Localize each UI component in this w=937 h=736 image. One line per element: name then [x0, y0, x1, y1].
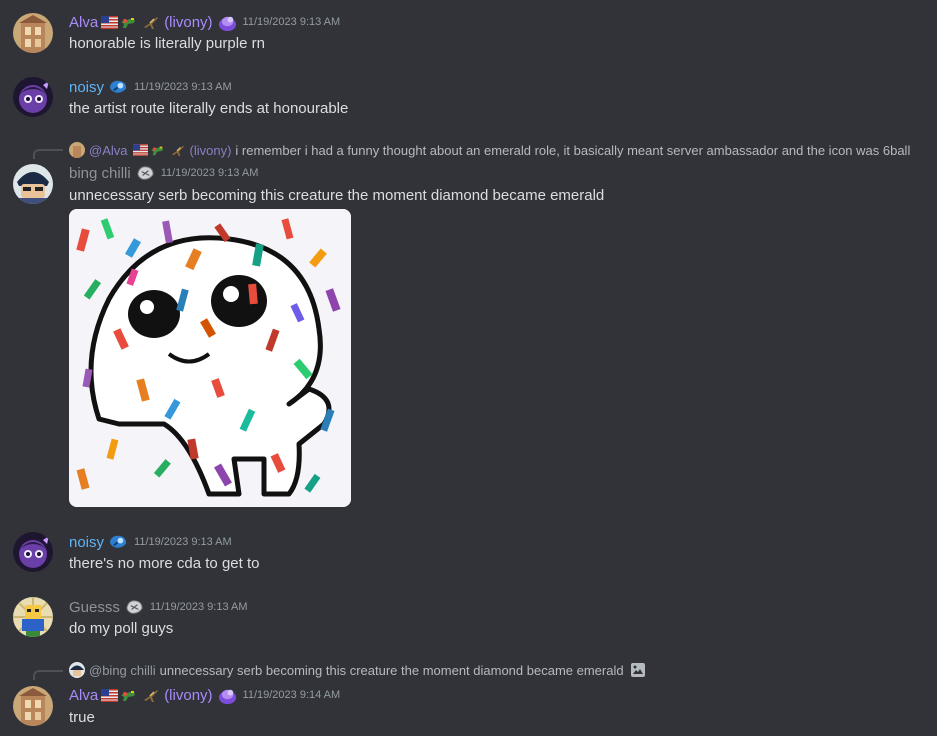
reply-connector	[33, 149, 63, 159]
purple-badge-icon	[217, 686, 238, 705]
avatar[interactable]	[13, 77, 53, 117]
reply-avatar	[69, 142, 85, 158]
gun-icon	[120, 688, 137, 703]
timestamp: 11/19/2023 9:14 AM	[242, 689, 341, 701]
gif-attachment[interactable]	[69, 209, 351, 507]
message-text: true	[69, 709, 95, 726]
reply-text: unnecessary serb becoming this creature …	[159, 662, 624, 678]
username[interactable]: Alva	[69, 14, 98, 31]
grey-badge-icon	[135, 164, 156, 183]
username[interactable]: noisy	[69, 534, 104, 551]
reply-username[interactable]: @bing chilli	[89, 663, 156, 678]
username[interactable]: noisy	[69, 79, 104, 96]
gun-icon	[150, 144, 165, 157]
username-suffix[interactable]: (livony)	[164, 687, 212, 704]
gun-icon	[120, 15, 137, 30]
purple-badge-icon	[217, 13, 238, 32]
message-text: there's no more cda to get to	[69, 555, 260, 572]
grey-badge-icon	[124, 598, 145, 617]
timestamp: 11/19/2023 9:13 AM	[134, 536, 232, 548]
us-flag-icon	[133, 144, 148, 156]
reply-text: i remember i had a funny thought about a…	[235, 142, 911, 158]
jet-icon	[170, 144, 185, 157]
username-suffix[interactable]: (livony)	[164, 14, 212, 31]
avatar[interactable]	[13, 686, 53, 726]
image-icon	[630, 663, 645, 677]
reply-username-suffix[interactable]: (livony)	[190, 143, 232, 158]
blue-badge-icon	[108, 78, 129, 97]
reply-preview[interactable]: @bing chilli unnecessary serb becoming t…	[69, 662, 646, 678]
blue-badge-icon	[108, 533, 129, 552]
timestamp: 11/19/2023 9:13 AM	[149, 601, 248, 613]
jet-icon	[142, 688, 159, 703]
timestamp: 11/19/2023 9:13 AM	[134, 81, 232, 93]
message-text: unnecessary serb becoming this creature …	[69, 187, 605, 204]
timestamp: 11/19/2023 9:13 AM	[160, 167, 259, 179]
timestamp: 11/19/2023 9:13 AM	[242, 16, 341, 28]
message-text: do my poll guys	[69, 620, 174, 637]
message-text: the artist route literally ends at honou…	[69, 100, 349, 117]
reply-avatar	[69, 662, 85, 678]
reply-preview[interactable]: @Alva (livony) i remember i had a funny …	[69, 142, 910, 158]
avatar[interactable]	[13, 164, 53, 204]
username[interactable]: Alva	[69, 687, 98, 704]
username[interactable]: bing chilli	[69, 165, 131, 182]
username[interactable]: Guesss	[69, 599, 120, 616]
avatar[interactable]	[13, 13, 53, 53]
reply-username[interactable]: @Alva	[89, 143, 128, 158]
us-flag-icon	[101, 15, 118, 30]
reply-connector	[33, 670, 63, 680]
message-text: honorable is literally purple rn	[69, 35, 265, 52]
jet-icon	[142, 15, 159, 30]
avatar[interactable]	[13, 532, 53, 572]
avatar[interactable]	[13, 597, 53, 637]
us-flag-icon	[101, 688, 118, 703]
